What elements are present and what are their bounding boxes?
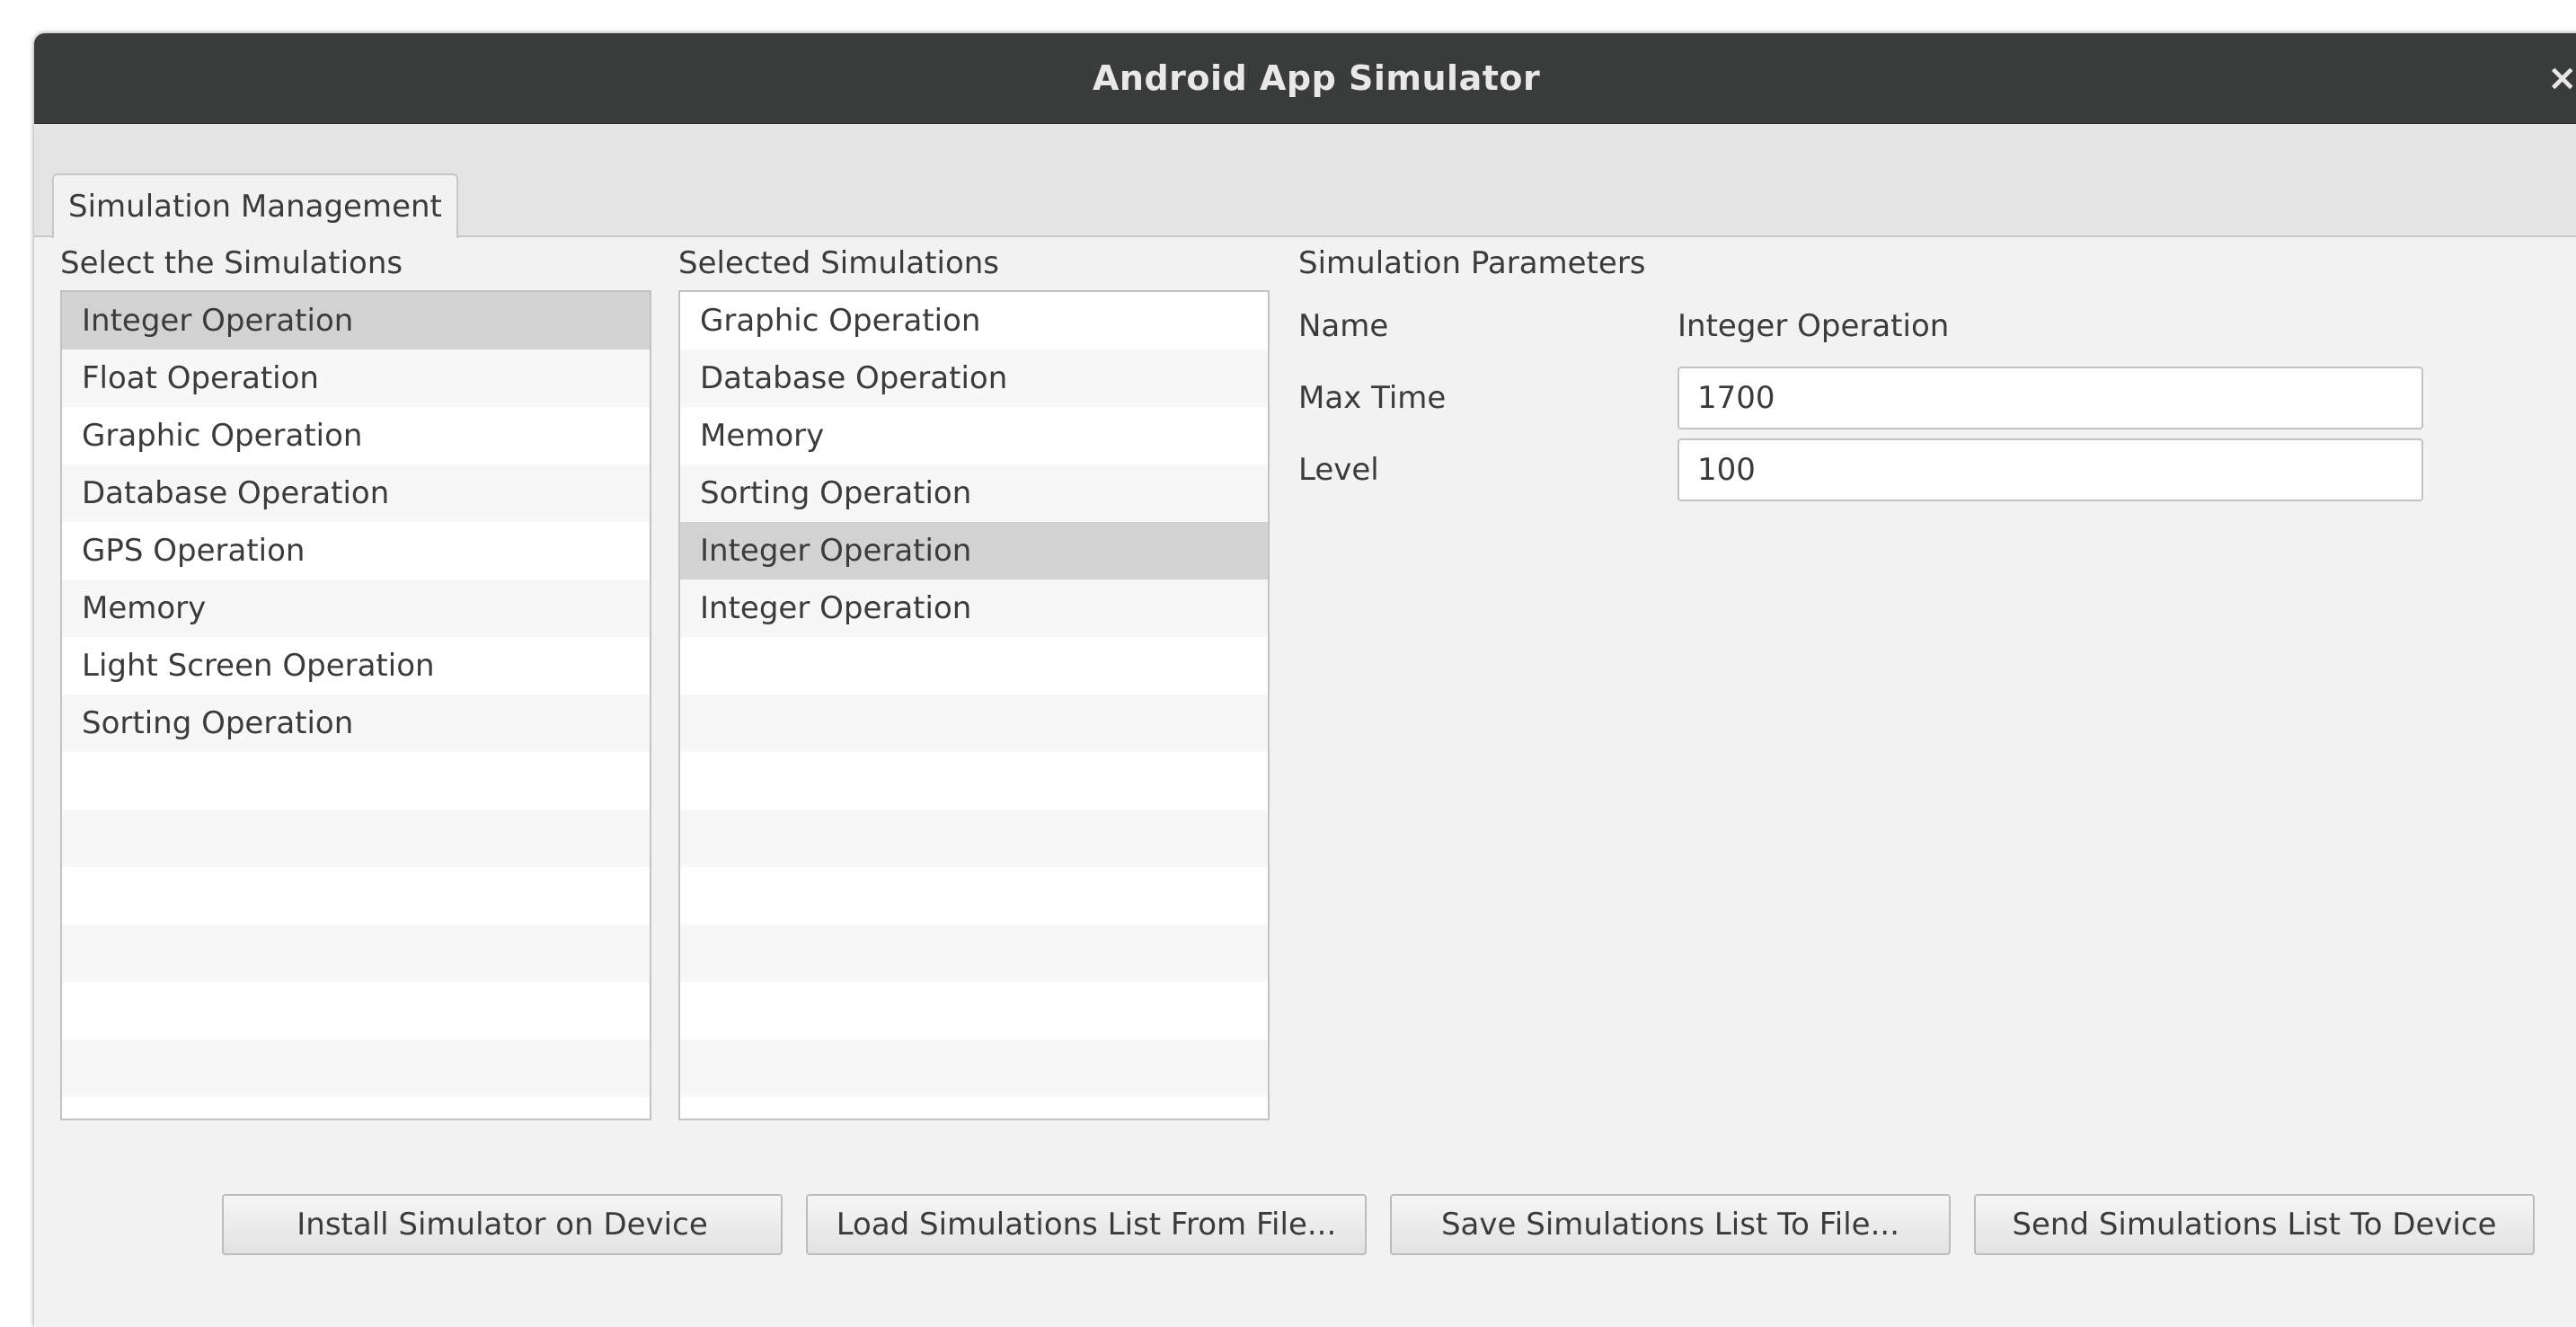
empty-list-row (62, 924, 650, 982)
name-label: Name (1298, 308, 1389, 344)
empty-list-row (680, 637, 1268, 694)
available-list-item[interactable]: Sorting Operation (62, 694, 650, 752)
app-window: Android App Simulator × Simulation Manag… (34, 33, 2576, 1327)
selected-list-item[interactable]: Sorting Operation (680, 464, 1268, 522)
level-field[interactable] (1677, 438, 2423, 501)
available-list-item[interactable]: Memory (62, 579, 650, 637)
close-icon[interactable]: × (2547, 57, 2576, 100)
send-simulations-button[interactable]: Send Simulations List To Device (1974, 1194, 2535, 1255)
empty-list-row (680, 924, 1268, 982)
available-list-item[interactable]: Graphic Operation (62, 407, 650, 464)
selected-list-item[interactable]: Database Operation (680, 349, 1268, 407)
tab-bar: Simulation Management (34, 124, 2576, 238)
available-list-item[interactable]: GPS Operation (62, 522, 650, 579)
max-time-label: Max Time (1298, 380, 1447, 416)
tab-simulation-management[interactable]: Simulation Management (52, 173, 458, 238)
empty-list-row (680, 1039, 1268, 1097)
empty-list-row (62, 1097, 650, 1119)
empty-list-row (680, 867, 1268, 924)
selected-list-item[interactable]: Integer Operation (680, 579, 1268, 637)
selected-simulations-list[interactable]: Graphic Operation Database Operation Mem… (678, 290, 1270, 1120)
window-title: Android App Simulator (1093, 58, 1541, 98)
empty-list-row (680, 752, 1268, 809)
empty-list-row (62, 809, 650, 867)
empty-list-row (680, 809, 1268, 867)
level-label: Level (1298, 452, 1379, 488)
available-list-item[interactable]: Light Screen Operation (62, 637, 650, 694)
empty-list-row (62, 982, 650, 1039)
save-simulations-button[interactable]: Save Simulations List To File... (1390, 1194, 1951, 1255)
install-simulator-button[interactable]: Install Simulator on Device (222, 1194, 783, 1255)
name-value: Integer Operation (1677, 308, 1950, 344)
selected-simulations-heading: Selected Simulations (678, 245, 1000, 281)
max-time-field[interactable] (1677, 367, 2423, 429)
available-simulations-list[interactable]: Integer Operation Float Operation Graphi… (60, 290, 651, 1120)
available-list-item[interactable]: Database Operation (62, 464, 650, 522)
empty-list-row (680, 1097, 1268, 1119)
empty-list-row (62, 1039, 650, 1097)
title-bar[interactable]: Android App Simulator × (34, 33, 2576, 124)
available-list-item[interactable]: Float Operation (62, 349, 650, 407)
selected-list-item[interactable]: Graphic Operation (680, 292, 1268, 349)
selected-list-item[interactable]: Memory (680, 407, 1268, 464)
empty-list-row (680, 694, 1268, 752)
load-simulations-button[interactable]: Load Simulations List From File... (806, 1194, 1367, 1255)
parameters-heading: Simulation Parameters (1298, 245, 1646, 281)
available-list-item[interactable]: Integer Operation (62, 292, 650, 349)
empty-list-row (680, 982, 1268, 1039)
empty-list-row (62, 752, 650, 809)
selected-list-item[interactable]: Integer Operation (680, 522, 1268, 579)
available-simulations-heading: Select the Simulations (60, 245, 403, 281)
empty-list-row (62, 867, 650, 924)
